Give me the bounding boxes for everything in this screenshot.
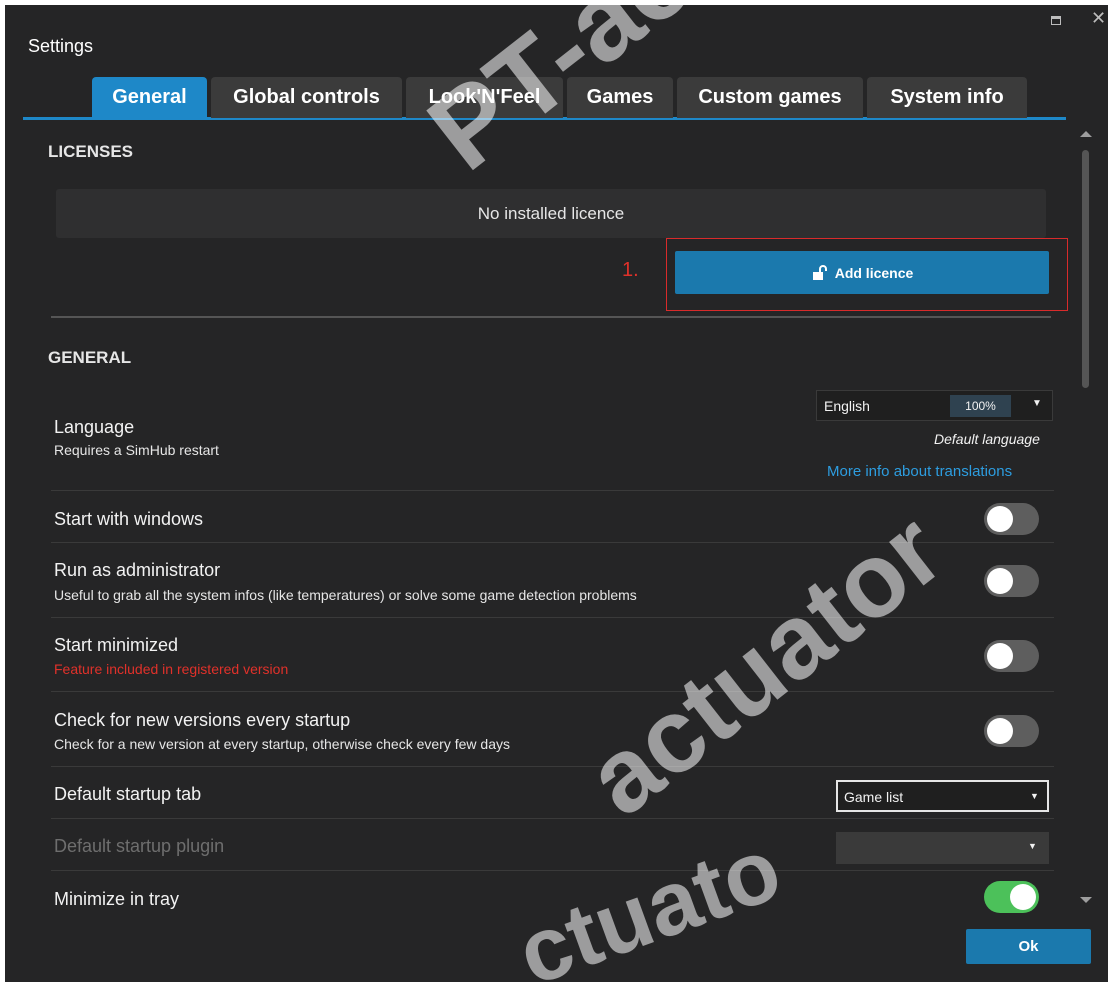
run-as-admin-sub: Useful to grab all the system infos (lik… bbox=[54, 587, 637, 603]
tab-system-info[interactable]: System info bbox=[867, 77, 1027, 118]
start-minimized-toggle[interactable] bbox=[984, 640, 1039, 672]
scroll-up-arrow-icon[interactable] bbox=[1080, 131, 1092, 137]
row-separator bbox=[51, 490, 1054, 491]
minimize-tray-toggle[interactable] bbox=[984, 881, 1039, 913]
check-versions-label: Check for new versions every startup bbox=[54, 710, 351, 730]
chevron-down-icon: ▼ bbox=[1032, 398, 1042, 409]
toggle-knob bbox=[1010, 884, 1036, 910]
ok-button[interactable]: Ok bbox=[966, 929, 1091, 964]
run-as-admin-label: Run as administrator bbox=[54, 560, 221, 580]
start-with-windows-label: Start with windows bbox=[54, 509, 204, 529]
translations-info-link[interactable]: More info about translations bbox=[827, 463, 1012, 480]
settings-window: Settings ✕ General Global controls Look'… bbox=[5, 5, 1108, 982]
start-minimized-label: Start minimized bbox=[54, 635, 179, 655]
default-startup-tab-value: Game list bbox=[844, 789, 904, 805]
row-separator bbox=[51, 691, 1054, 692]
default-startup-plugin-label: Default startup plugin bbox=[54, 836, 225, 856]
row-separator bbox=[51, 870, 1054, 871]
tab-global-controls[interactable]: Global controls bbox=[211, 77, 402, 118]
close-icon[interactable]: ✕ bbox=[1091, 8, 1106, 29]
annotation-marker: 1. bbox=[622, 259, 639, 281]
unlock-icon bbox=[812, 264, 827, 280]
tab-games[interactable]: Games bbox=[567, 77, 673, 118]
add-licence-button[interactable]: Add licence bbox=[675, 251, 1049, 294]
chevron-down-icon: ▼ bbox=[1030, 791, 1039, 801]
watermark-text: ctuato bbox=[505, 818, 794, 982]
chevron-down-icon: ▼ bbox=[1028, 841, 1037, 851]
language-label: Language bbox=[54, 417, 135, 437]
toggle-knob bbox=[987, 568, 1013, 594]
tab-general[interactable]: General bbox=[92, 77, 207, 118]
check-versions-toggle[interactable] bbox=[984, 715, 1039, 747]
general-heading: GENERAL bbox=[48, 348, 132, 367]
row-separator bbox=[51, 542, 1054, 543]
start-minimized-warning: Feature included in registered version bbox=[54, 661, 289, 677]
row-separator bbox=[51, 617, 1054, 618]
default-startup-tab-label: Default startup tab bbox=[54, 784, 202, 804]
start-with-windows-toggle[interactable] bbox=[984, 503, 1039, 535]
maximize-icon[interactable] bbox=[1051, 16, 1061, 25]
language-value: English bbox=[824, 398, 870, 414]
toggle-knob bbox=[987, 506, 1013, 532]
scroll-thumb[interactable] bbox=[1082, 150, 1089, 388]
tab-bar: General Global controls Look'N'Feel Game… bbox=[23, 77, 1066, 120]
default-startup-plugin-select: ▼ bbox=[836, 832, 1049, 864]
toggle-knob bbox=[987, 643, 1013, 669]
default-language-text: Default language bbox=[934, 431, 1040, 447]
no-licence-text: No installed licence bbox=[477, 203, 625, 223]
license-list: No installed licence bbox=[56, 189, 1046, 238]
tab-look-n-feel[interactable]: Look'N'Feel bbox=[406, 77, 563, 118]
default-startup-tab-select[interactable]: Game list ▼ bbox=[836, 780, 1049, 812]
row-separator bbox=[51, 766, 1054, 767]
minimize-tray-label: Minimize in tray bbox=[54, 889, 180, 909]
language-sub: Requires a SimHub restart bbox=[54, 442, 219, 458]
section-divider bbox=[51, 316, 1051, 318]
run-as-admin-toggle[interactable] bbox=[984, 565, 1039, 597]
scroll-down-arrow-icon[interactable] bbox=[1080, 897, 1092, 903]
window-title: Settings bbox=[28, 36, 94, 56]
translation-percent-badge: 100% bbox=[950, 395, 1011, 417]
scrollbar[interactable] bbox=[1075, 123, 1097, 913]
tab-custom-games[interactable]: Custom games bbox=[677, 77, 863, 118]
add-licence-label: Add licence bbox=[834, 264, 914, 281]
licenses-heading: LICENSES bbox=[48, 142, 134, 161]
check-versions-sub: Check for a new version at every startup… bbox=[54, 736, 510, 752]
row-separator bbox=[51, 818, 1054, 819]
toggle-knob bbox=[987, 718, 1013, 744]
language-select[interactable]: English 100% ▼ bbox=[816, 390, 1053, 421]
